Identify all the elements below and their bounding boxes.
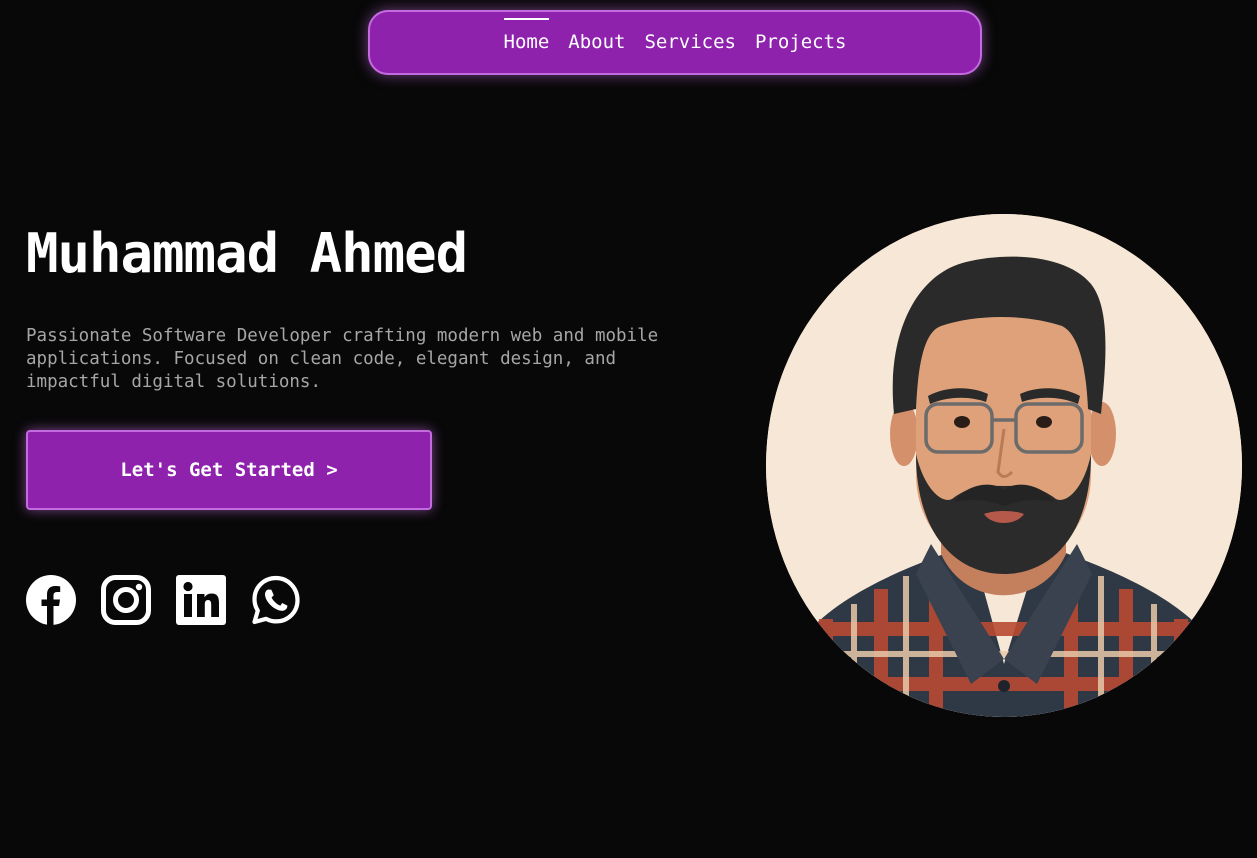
nav-link-services[interactable]: Services [644, 33, 736, 52]
top-navigation: Home About Services Projects [368, 10, 982, 75]
linkedin-icon[interactable] [176, 575, 226, 625]
social-links [26, 575, 301, 625]
profile-avatar [766, 214, 1242, 717]
hero-name: Muhammad Ahmed [26, 222, 468, 285]
instagram-icon[interactable] [101, 575, 151, 625]
nav-link-about[interactable]: About [568, 33, 625, 52]
whatsapp-icon[interactable] [251, 575, 301, 625]
nav-link-projects[interactable]: Projects [755, 33, 847, 52]
facebook-icon[interactable] [26, 575, 76, 625]
nav-link-home[interactable]: Home [503, 18, 549, 52]
hero-bio: Passionate Software Developer crafting m… [26, 326, 659, 392]
get-started-button[interactable]: Let's Get Started > [26, 430, 432, 510]
